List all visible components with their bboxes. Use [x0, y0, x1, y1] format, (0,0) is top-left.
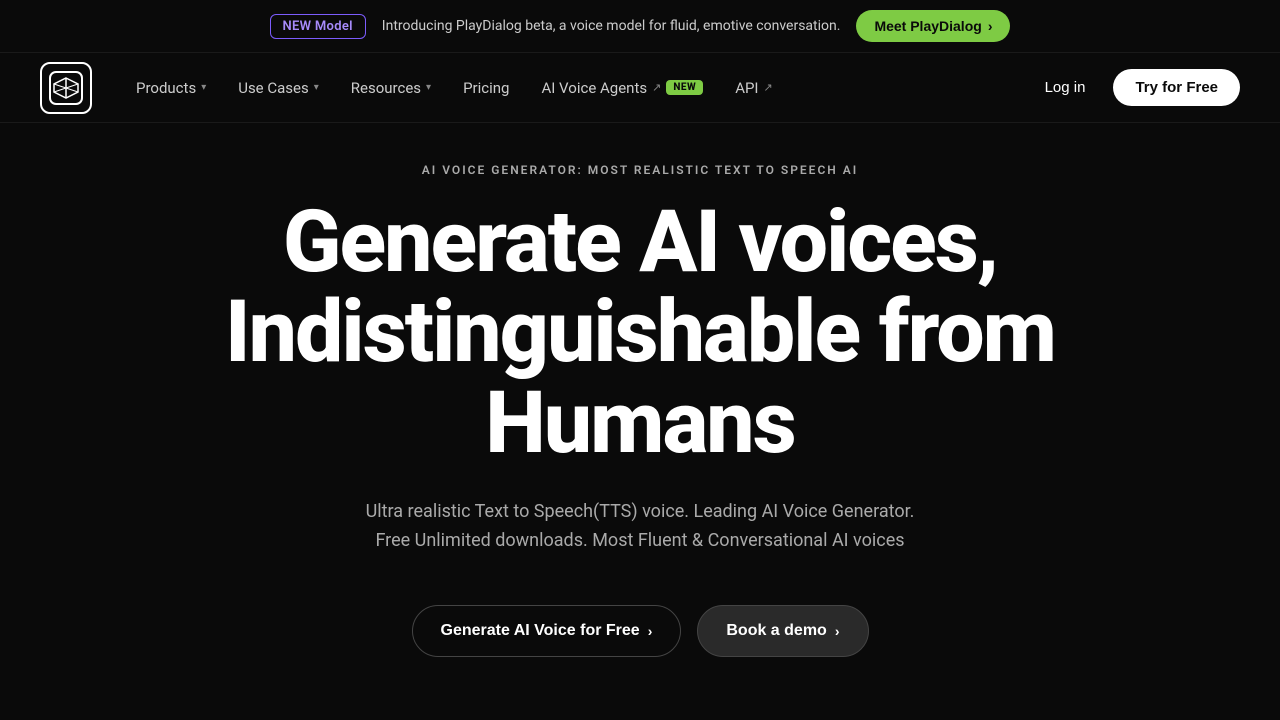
logo-box: [40, 62, 92, 114]
chevron-right-icon: ›: [648, 623, 653, 639]
cta-buttons: Generate AI Voice for Free › Book a demo…: [412, 605, 869, 657]
chevron-icon: ›: [988, 18, 993, 34]
nav-item-products[interactable]: Products ▾: [122, 71, 220, 105]
nav-item-api[interactable]: API ↗: [721, 71, 787, 105]
nav-item-resources[interactable]: Resources ▾: [337, 71, 445, 105]
meet-playdialog-button[interactable]: Meet PlayDialog ›: [856, 10, 1010, 42]
chevron-down-icon: ▾: [201, 82, 206, 93]
nav-right: Log in Try for Free: [1033, 69, 1240, 106]
book-demo-button[interactable]: Book a demo ›: [697, 605, 868, 657]
new-model-badge: NEW Model: [270, 14, 366, 39]
announcement-bar: NEW Model Introducing PlayDialog beta, a…: [0, 0, 1280, 53]
nav-item-use-cases[interactable]: Use Cases ▾: [224, 71, 333, 105]
chevron-down-icon: ▾: [426, 82, 431, 93]
external-link-icon: ↗: [652, 81, 661, 94]
nav-item-ai-voice-agents[interactable]: AI Voice Agents ↗ NEW: [527, 71, 717, 105]
generate-voice-button[interactable]: Generate AI Voice for Free ›: [412, 605, 682, 657]
hero-eyebrow: AI VOICE GENERATOR: MOST REALISTIC TEXT …: [422, 163, 858, 177]
logo[interactable]: [40, 62, 92, 114]
hero-subtitle: Ultra realistic Text to Speech(TTS) voic…: [366, 498, 915, 556]
chevron-down-icon: ▾: [314, 82, 319, 93]
nav-links: Products ▾ Use Cases ▾ Resources ▾ Prici…: [122, 71, 1033, 105]
hero-title: Generate AI voices, Indistinguishable fr…: [225, 197, 1055, 468]
try-free-button[interactable]: Try for Free: [1113, 69, 1240, 106]
announcement-text: Introducing PlayDialog beta, a voice mod…: [382, 18, 841, 34]
navbar: Products ▾ Use Cases ▾ Resources ▾ Prici…: [0, 53, 1280, 123]
chevron-right-icon: ›: [835, 623, 840, 639]
hero-section: AI VOICE GENERATOR: MOST REALISTIC TEXT …: [0, 123, 1280, 687]
external-link-icon: ↗: [764, 81, 773, 94]
login-button[interactable]: Log in: [1033, 71, 1098, 104]
nav-item-pricing[interactable]: Pricing: [449, 71, 523, 105]
